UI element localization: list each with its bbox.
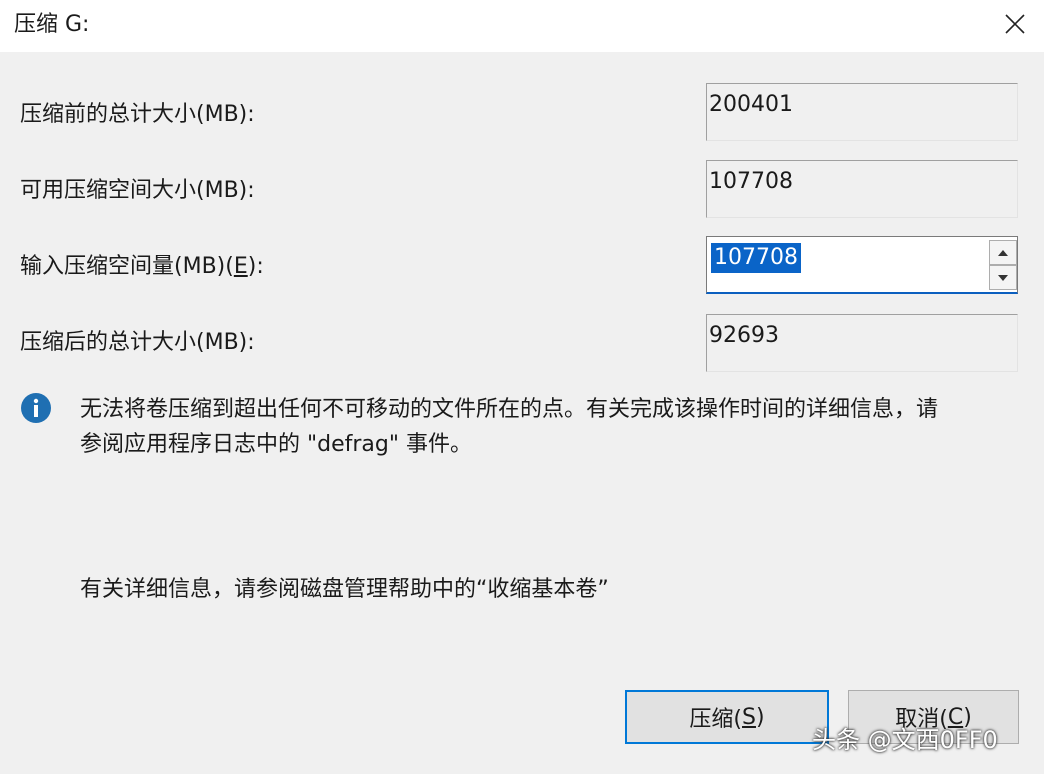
total-size-before-label: 压缩前的总计大小(MB): [20, 102, 255, 127]
window-title: 压缩 G: [14, 12, 90, 37]
watermark: 头条 @文西0FF0 [812, 726, 998, 754]
info-message-line-2: 参阅应用程序日志中的 "defrag" 事件。 [80, 432, 472, 457]
info-message-line-1: 无法将卷压缩到超出任何不可移动的文件所在的点。有关完成该操作时间的详细信息，请 [80, 397, 939, 422]
help-text: 有关详细信息，请参阅磁盘管理帮助中的“收缩基本卷” [80, 577, 609, 602]
total-size-after-label: 压缩后的总计大小(MB): [20, 330, 255, 355]
spin-down-button[interactable] [989, 265, 1017, 290]
shrink-dialog: 压缩 G: 压缩前的总计大小(MB): 200401 可用压缩空间大小(MB):… [0, 0, 1044, 774]
available-shrink-space-label: 可用压缩空间大小(MB): [20, 178, 255, 203]
close-button[interactable] [990, 2, 1040, 46]
info-icon [21, 393, 51, 423]
shrink-amount-input[interactable]: 107708 [711, 243, 801, 273]
shrink-button[interactable]: 压缩(S) [625, 690, 829, 744]
shrink-amount-spinbox[interactable]: 107708 [706, 236, 1018, 294]
info-message: 无法将卷压缩到超出任何不可移动的文件所在的点。有关完成该操作时间的详细信息，请 … [80, 392, 1030, 462]
chevron-up-icon [998, 249, 1008, 256]
title-bar: 压缩 G: [0, 0, 1044, 52]
available-shrink-space-value: 107708 [706, 160, 1018, 218]
close-icon [1005, 14, 1025, 34]
spin-up-button[interactable] [989, 240, 1017, 265]
total-size-after-value: 92693 [706, 314, 1018, 372]
shrink-amount-label: 输入压缩空间量(MB)(E): [20, 254, 264, 279]
total-size-before-value: 200401 [706, 83, 1018, 141]
chevron-down-icon [998, 274, 1008, 281]
